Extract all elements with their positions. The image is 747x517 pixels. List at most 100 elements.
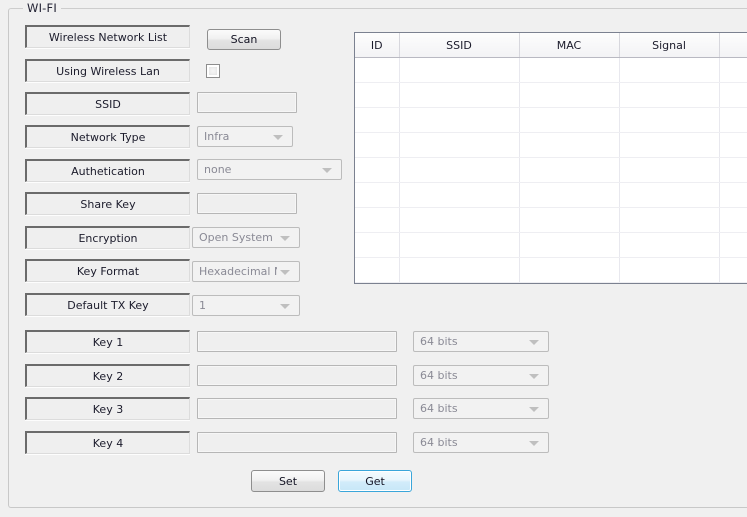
- encryption-dropdown[interactable]: Open System: [192, 227, 300, 248]
- chevron-down-icon: [270, 130, 286, 143]
- table-cell: [355, 132, 400, 158]
- label-plate-wireless-network-list[interactable]: Wireless Network List: [25, 25, 190, 48]
- ssid-input[interactable]: [197, 92, 297, 113]
- plate-label: Key 1: [92, 335, 124, 349]
- table-cell: [719, 82, 747, 108]
- table-cell: [719, 182, 747, 208]
- chevron-down-icon: [526, 402, 542, 415]
- default-tx-key-value: 1: [199, 299, 206, 312]
- column-header-ssid[interactable]: SSID: [399, 33, 520, 58]
- table-row[interactable]: [355, 182, 747, 208]
- key-2-bits-value: 64 bits: [420, 369, 458, 382]
- key-4-input[interactable]: [197, 432, 397, 453]
- label-plate-key-4[interactable]: Key 4: [25, 431, 190, 454]
- table-cell: [399, 107, 520, 133]
- column-header-extra[interactable]: [719, 33, 747, 58]
- table-cell: [619, 282, 720, 283]
- table-cell: [619, 107, 720, 133]
- table-cell: [355, 182, 400, 208]
- column-header-id[interactable]: ID: [355, 33, 400, 58]
- key-3-input[interactable]: [197, 398, 397, 419]
- table-cell: [399, 157, 520, 183]
- key-4-bits-value: 64 bits: [420, 436, 458, 449]
- key-2-bits-dropdown[interactable]: 64 bits: [413, 365, 549, 386]
- table-cell: [719, 207, 747, 233]
- label-plate-key-1[interactable]: Key 1: [25, 330, 190, 353]
- column-header-mac[interactable]: MAC: [519, 33, 620, 58]
- share-key-input[interactable]: [197, 193, 297, 214]
- key-format-dropdown[interactable]: Hexadecimal Nur: [192, 261, 300, 282]
- label-plate-ssid[interactable]: SSID: [25, 92, 190, 115]
- table-row[interactable]: [355, 232, 747, 258]
- table-row[interactable]: [355, 157, 747, 183]
- column-header-signal[interactable]: Signal: [619, 33, 720, 58]
- plate-label: Encryption: [78, 231, 138, 245]
- chevron-down-icon: [526, 369, 542, 382]
- table-cell: [399, 132, 520, 158]
- get-button[interactable]: Get: [338, 470, 412, 492]
- plate-label: Key Format: [76, 264, 140, 278]
- scan-button[interactable]: Scan: [207, 29, 281, 50]
- table-cell: [619, 257, 720, 283]
- table-cell: [519, 132, 620, 158]
- label-plate-encryption[interactable]: Encryption: [25, 226, 190, 249]
- table-row[interactable]: [355, 107, 747, 133]
- label-plate-key-2[interactable]: Key 2: [25, 364, 190, 387]
- table-row[interactable]: [355, 132, 747, 158]
- table-cell: [399, 57, 520, 83]
- table-cell: [355, 207, 400, 233]
- table-cell: [719, 282, 747, 283]
- label-plate-network-type[interactable]: Network Type: [25, 125, 190, 148]
- authentication-dropdown[interactable]: none: [197, 159, 342, 180]
- table-cell: [355, 107, 400, 133]
- key-1-input[interactable]: [197, 331, 397, 352]
- table-cell: [519, 257, 620, 283]
- table-cell: [355, 82, 400, 108]
- default-tx-key-dropdown[interactable]: 1: [192, 295, 300, 316]
- table-cell: [719, 57, 747, 83]
- plate-label: Default TX Key: [67, 298, 149, 312]
- label-plate-share-key[interactable]: Share Key: [25, 192, 190, 215]
- table-cell: [519, 282, 620, 283]
- label-plate-authetication[interactable]: Authetication: [25, 159, 190, 182]
- table-cell: [619, 82, 720, 108]
- key-3-bits-dropdown[interactable]: 64 bits: [413, 398, 549, 419]
- table-cell: [719, 132, 747, 158]
- table-row[interactable]: [355, 257, 747, 283]
- plate-label: Wireless Network List: [48, 30, 168, 44]
- label-plate-key-format[interactable]: Key Format: [25, 259, 190, 282]
- chevron-down-icon: [526, 335, 542, 348]
- label-plate-using-wireless-lan[interactable]: Using Wireless Lan: [25, 59, 190, 82]
- key-1-bits-value: 64 bits: [420, 335, 458, 348]
- table-cell: [719, 257, 747, 283]
- key-4-bits-dropdown[interactable]: 64 bits: [413, 432, 549, 453]
- table-cell: [519, 207, 620, 233]
- table-row[interactable]: [355, 82, 747, 108]
- key-1-bits-dropdown[interactable]: 64 bits: [413, 331, 549, 352]
- table-row[interactable]: [355, 207, 747, 233]
- authentication-value: none: [204, 163, 232, 176]
- label-plate-key-3[interactable]: Key 3: [25, 397, 190, 420]
- scan-button-label: Scan: [230, 33, 258, 46]
- table-row[interactable]: [355, 282, 747, 283]
- network-type-dropdown[interactable]: Infra: [197, 126, 293, 147]
- table-cell: [355, 157, 400, 183]
- table-cell: [619, 182, 720, 208]
- wireless-network-table[interactable]: ID SSID MAC Signal: [354, 32, 747, 284]
- chevron-down-icon: [277, 299, 293, 312]
- plate-label: Using Wireless Lan: [56, 64, 160, 78]
- plate-label: Key 2: [92, 369, 124, 383]
- table-cell: [619, 132, 720, 158]
- wireless-network-table-body: [355, 57, 747, 283]
- set-button-label: Set: [278, 474, 298, 488]
- wifi-group-legend: WI-FI: [23, 2, 61, 14]
- network-type-value: Infra: [204, 130, 230, 143]
- key-3-bits-value: 64 bits: [420, 402, 458, 415]
- set-button[interactable]: Set: [251, 470, 325, 492]
- using-wireless-lan-checkbox[interactable]: [206, 64, 220, 78]
- table-cell: [719, 232, 747, 258]
- table-row[interactable]: [355, 57, 747, 83]
- label-plate-default-tx-key[interactable]: Default TX Key: [25, 293, 190, 316]
- table-cell: [519, 232, 620, 258]
- key-2-input[interactable]: [197, 365, 397, 386]
